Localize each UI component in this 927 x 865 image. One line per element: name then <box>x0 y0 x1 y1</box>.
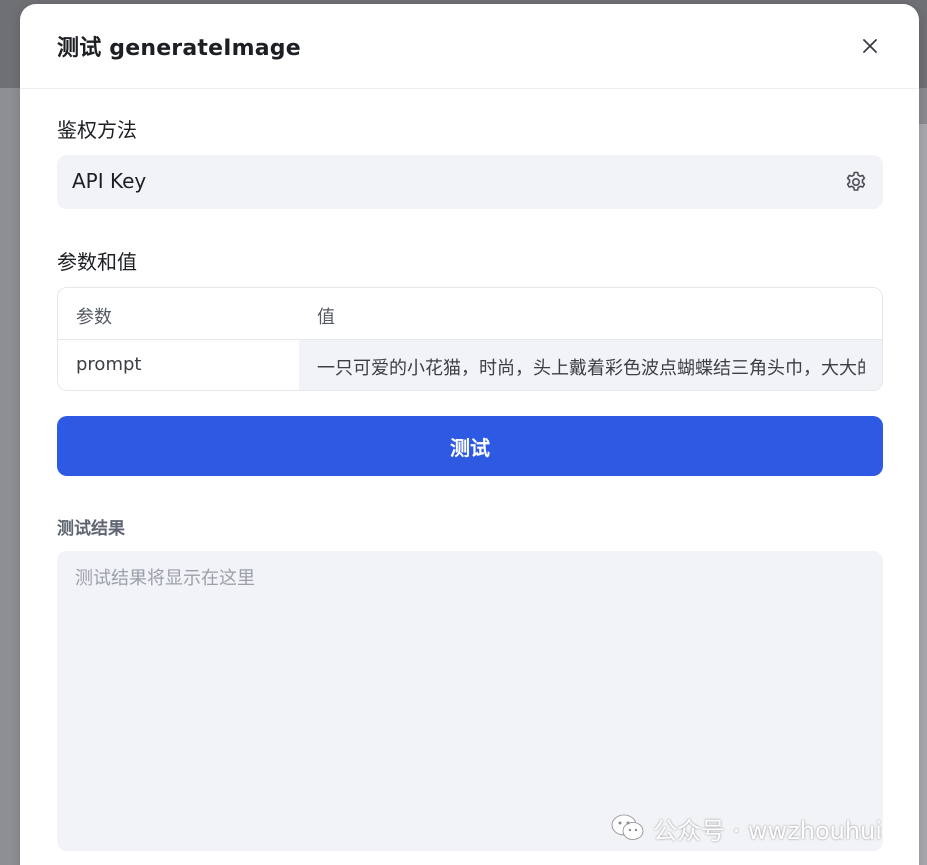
auth-method-value: API Key <box>72 169 147 193</box>
watermark: 公众号 · wwzhouhui <box>611 812 882 845</box>
column-header-value: 值 <box>317 307 335 328</box>
auth-method-label: 鉴权方法 <box>57 118 137 142</box>
backdrop-scroll-strip <box>919 88 927 124</box>
table-row: prompt 一只可爱的小花猫，时尚，头上戴着彩色波点蝴蝶结三角头巾，大大的 <box>58 340 882 390</box>
params-label: 参数和值 <box>57 250 137 274</box>
dialog-header: 测试 generateImage <box>20 4 919 89</box>
auth-method-select[interactable]: API Key <box>57 155 883 209</box>
gear-icon[interactable] <box>844 170 868 194</box>
result-label: 测试结果 <box>57 519 125 539</box>
column-header-param: 参数 <box>76 307 112 328</box>
params-table: 参数 值 prompt 一只可爱的小花猫，时尚，头上戴着彩色波点蝴蝶结三角头巾，… <box>57 287 883 391</box>
close-icon <box>863 39 877 53</box>
dialog-title: 测试 generateImage <box>57 36 301 61</box>
param-value-input[interactable]: 一只可爱的小花猫，时尚，头上戴着彩色波点蝴蝶结三角头巾，大大的 <box>299 340 882 390</box>
param-value-text: 一只可爱的小花猫，时尚，头上戴着彩色波点蝴蝶结三角头巾，大大的 <box>317 358 865 379</box>
wechat-icon <box>611 814 644 840</box>
param-name: prompt <box>76 354 142 375</box>
result-placeholder: 测试结果将显示在这里 <box>75 568 255 589</box>
test-dialog: 测试 generateImage 鉴权方法 API Key 参数和值 参数 值 … <box>20 4 919 865</box>
test-button[interactable]: 测试 <box>57 416 883 476</box>
watermark-text: 公众号 · wwzhouhui <box>653 816 882 845</box>
close-button[interactable] <box>856 32 884 60</box>
result-output[interactable]: 测试结果将显示在这里 <box>57 551 883 851</box>
params-table-header: 参数 值 <box>58 288 882 340</box>
